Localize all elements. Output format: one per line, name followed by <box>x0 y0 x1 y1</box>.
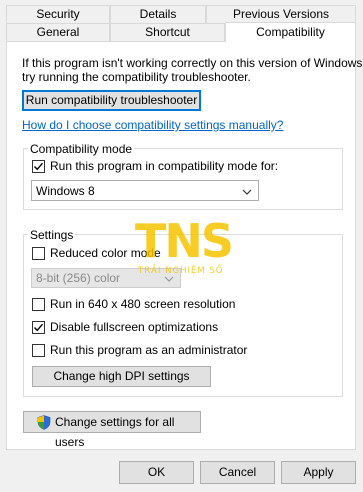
admin-label[interactable]: Run this program as an administrator <box>50 343 247 357</box>
fullscreen-opt-checkbox[interactable] <box>32 321 45 334</box>
tab-compatibility[interactable]: Compatibility <box>225 22 356 42</box>
intro-text-line1: If this program isn't working correctly … <box>22 56 363 70</box>
os-version-select[interactable]: Windows 8 <box>31 180 259 201</box>
reduced-color-checkbox[interactable] <box>32 247 45 260</box>
res-640-label[interactable]: Run in 640 x 480 screen resolution <box>50 297 235 311</box>
all-users-label: Change settings for all users <box>55 415 175 449</box>
res-640-checkbox[interactable] <box>32 298 45 311</box>
tab-details-label: Details <box>139 7 177 21</box>
fullscreen-opt-label[interactable]: Disable fullscreen optimizations <box>50 320 218 334</box>
compatibility-mode-title: Compatibility mode <box>28 142 135 156</box>
compat-mode-label[interactable]: Run this program in compatibility mode f… <box>50 159 278 173</box>
apply-label: Apply <box>303 465 334 479</box>
tab-security-label: Security <box>36 7 80 21</box>
intro-text-line2: try running the compatibility troublesho… <box>22 70 251 84</box>
run-troubleshooter-label: Run compatibility troubleshooter <box>25 93 198 107</box>
run-troubleshooter-button[interactable]: Run compatibility troubleshooter <box>22 90 201 111</box>
cancel-label: Cancel <box>218 465 257 479</box>
tab-general-label: General <box>36 25 80 39</box>
tns-watermark-tagline: TRẢI NGHIỆM SỐ <box>138 266 224 276</box>
compat-mode-checkbox[interactable] <box>32 160 45 173</box>
color-depth-value: 8-bit (256) color <box>36 271 121 285</box>
all-users-button[interactable]: Change settings for all users <box>23 411 201 449</box>
chevron-down-icon <box>242 184 252 198</box>
shield-icon <box>37 415 51 436</box>
tab-shortcut-label: Shortcut <box>145 25 190 39</box>
compatibility-panel: If this program isn't working correctly … <box>6 41 363 450</box>
high-dpi-label: Change high DPI settings <box>53 369 190 383</box>
apply-button[interactable]: Apply <box>281 461 356 484</box>
checkmark-icon <box>33 162 44 171</box>
ok-label: OK <box>147 465 166 479</box>
tab-previous-versions-label: Previous Versions <box>232 7 330 21</box>
tns-watermark-logo: TNS <box>135 214 234 268</box>
checkmark-icon <box>33 323 44 332</box>
tab-details[interactable]: Details <box>110 5 206 23</box>
os-version-value: Windows 8 <box>36 183 95 198</box>
cancel-button[interactable]: Cancel <box>200 461 275 484</box>
tab-security[interactable]: Security <box>6 5 110 23</box>
high-dpi-button[interactable]: Change high DPI settings <box>32 366 211 387</box>
ok-button[interactable]: OK <box>119 461 194 484</box>
settings-title: Settings <box>28 228 76 242</box>
manual-settings-link[interactable]: How do I choose compatibility settings m… <box>22 118 283 132</box>
tab-previous-versions[interactable]: Previous Versions <box>206 5 356 23</box>
tab-shortcut[interactable]: Shortcut <box>110 23 225 41</box>
tab-general[interactable]: General <box>6 23 110 41</box>
admin-checkbox[interactable] <box>32 344 45 357</box>
tab-compatibility-label: Compatibility <box>256 25 325 39</box>
